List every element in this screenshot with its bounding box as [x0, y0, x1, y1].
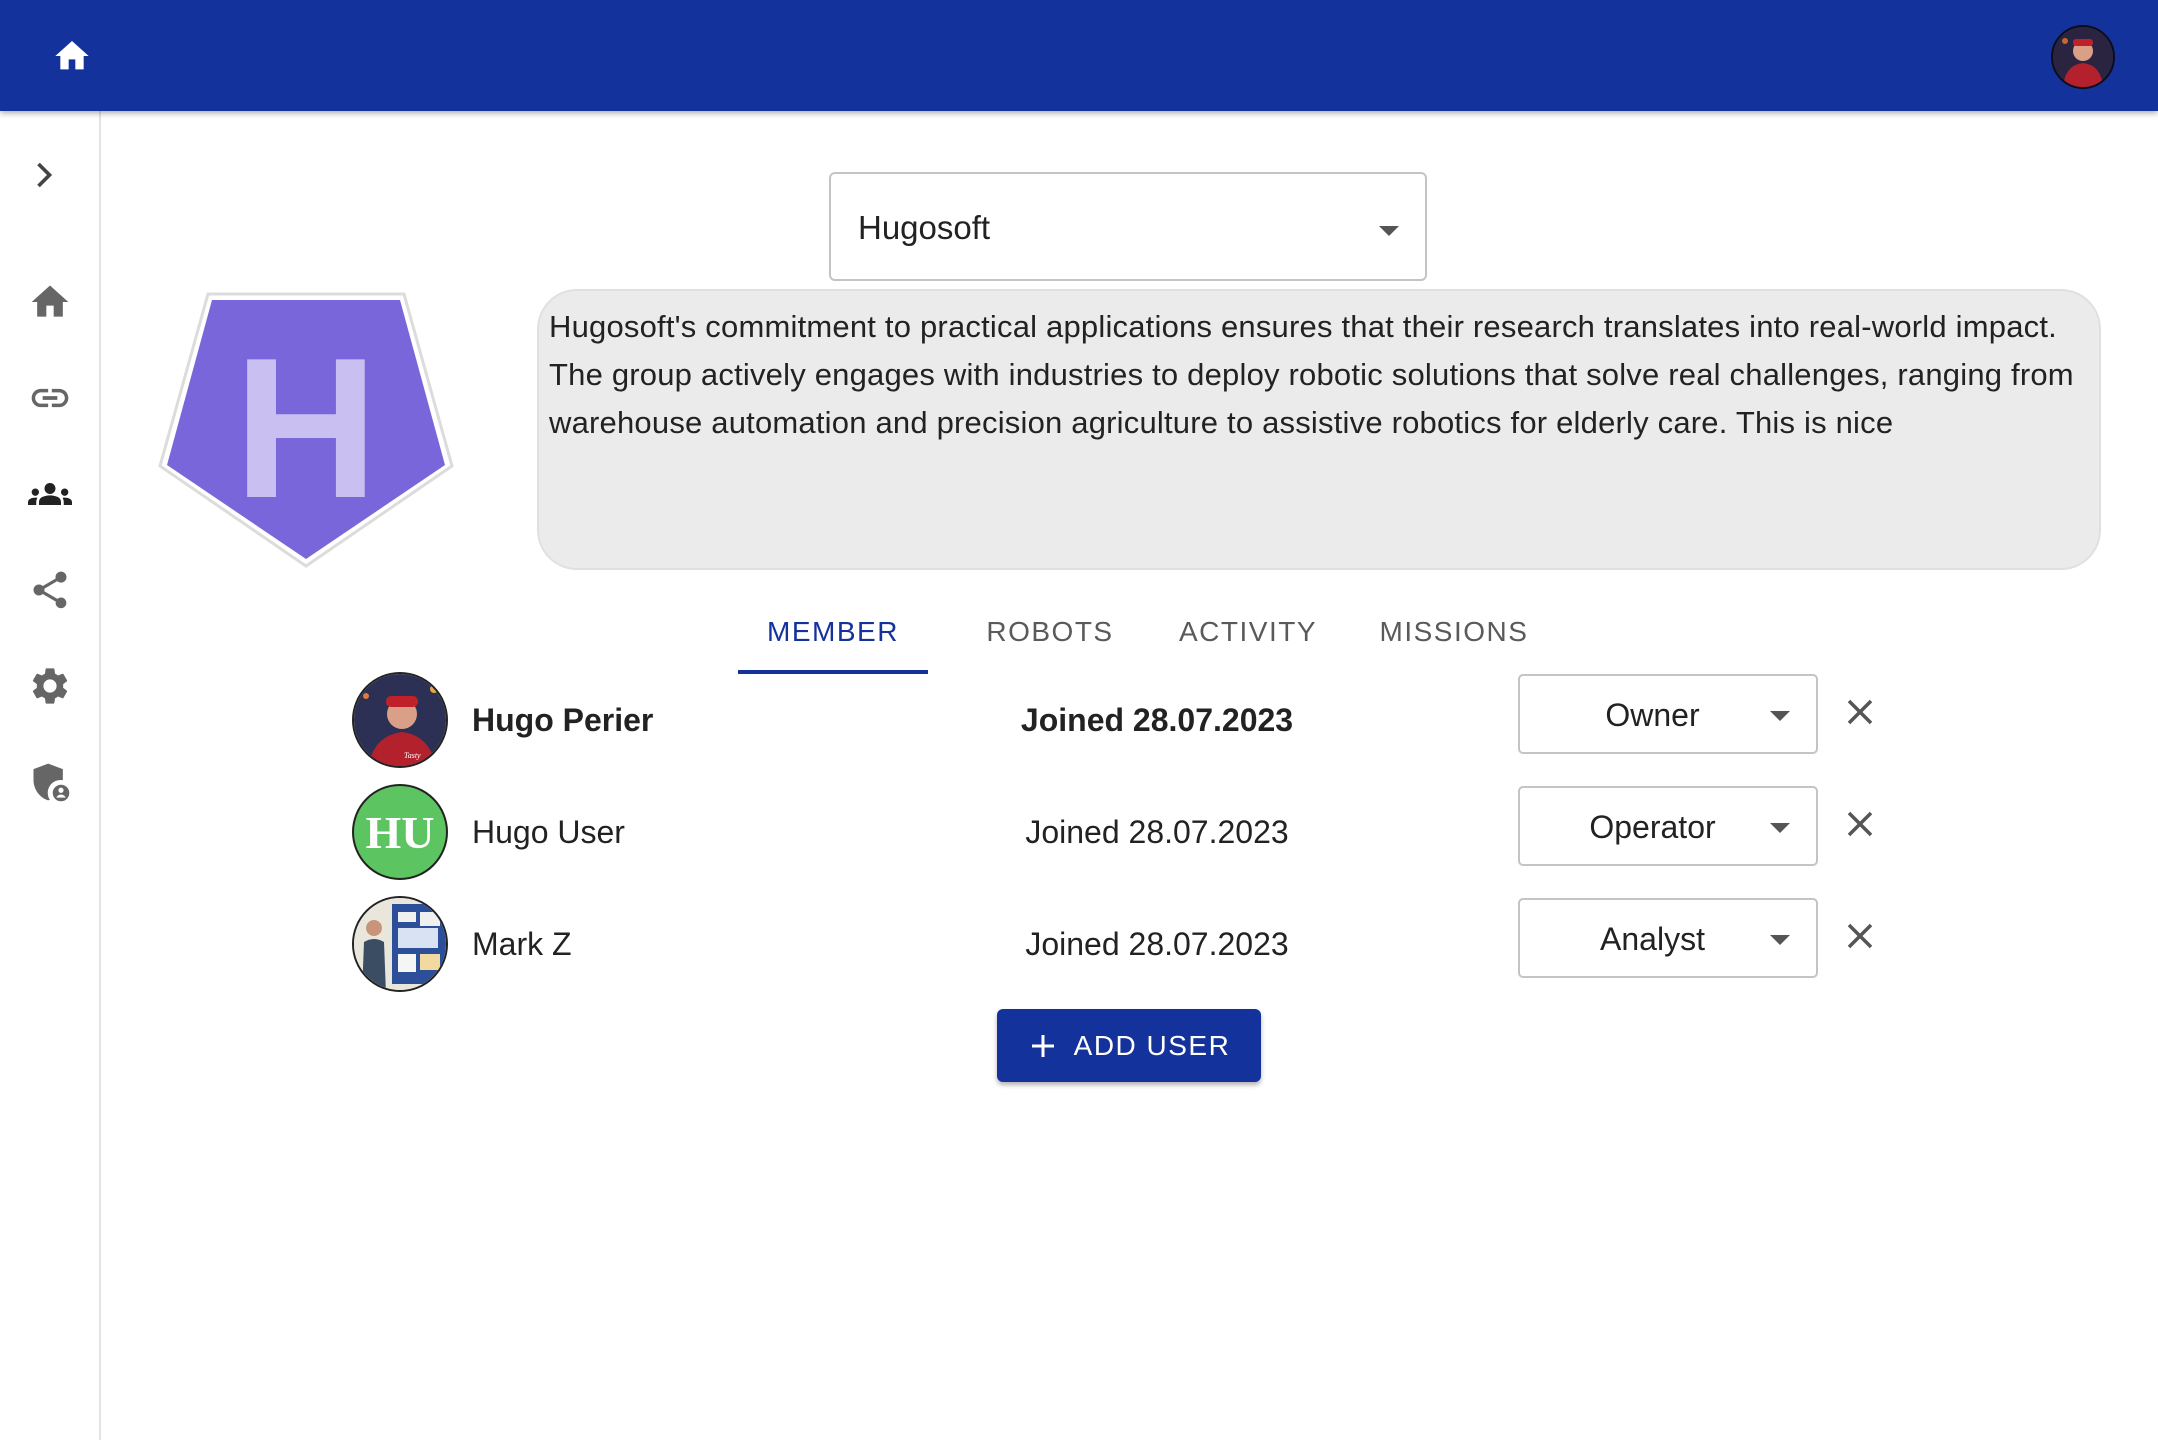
- member-name: Hugo Perier: [472, 702, 654, 738]
- tab-activity[interactable]: ACTIVITY: [1136, 590, 1360, 674]
- sidebar-nav: [0, 111, 101, 1440]
- svg-text:Tasty: Tasty: [404, 751, 421, 760]
- dropdown-arrow-icon: [1770, 823, 1790, 833]
- member-avatar: [352, 896, 448, 992]
- tab-missions[interactable]: MISSIONS: [1342, 590, 1566, 674]
- member-joined-date: Joined 28.07.2023: [1025, 926, 1289, 962]
- tab-member[interactable]: MEMBER: [738, 590, 928, 674]
- role-select[interactable]: Operator: [1518, 786, 1818, 866]
- close-icon: [1847, 923, 1873, 949]
- sidebar-item-home[interactable]: [26, 278, 74, 326]
- groups-icon: [28, 483, 72, 505]
- logo-letter: H: [234, 317, 378, 540]
- admin-shield-icon: [33, 763, 72, 804]
- sidebar-item-settings[interactable]: [26, 662, 74, 710]
- member-row: Tasty Hugo Perier Joined 28.07.2023 Owne…: [352, 672, 1912, 772]
- role-select-value: Owner: [1605, 697, 1700, 733]
- description-text: Hugosoft's commitment to practical appli…: [549, 309, 2074, 440]
- member-name: Mark Z: [472, 926, 572, 962]
- top-app-bar: [0, 0, 2158, 111]
- link-icon: [31, 388, 69, 408]
- sidebar-item-share[interactable]: [26, 566, 74, 614]
- close-icon: [1847, 699, 1873, 725]
- home-icon: [31, 285, 69, 317]
- member-avatar: HU: [352, 784, 448, 880]
- chevron-right-icon[interactable]: [20, 151, 68, 199]
- add-user-label: ADD USER: [1073, 1029, 1231, 1061]
- organization-description[interactable]: Hugosoft's commitment to practical appli…: [537, 289, 2101, 570]
- share-icon: [33, 571, 67, 609]
- dropdown-arrow-icon: [1770, 711, 1790, 721]
- member-joined-date: Joined 28.07.2023: [1020, 702, 1294, 738]
- role-select[interactable]: Analyst: [1518, 898, 1818, 978]
- tab-robots[interactable]: ROBOTS: [938, 590, 1162, 674]
- add-user-button[interactable]: ADD USER: [997, 1009, 1261, 1082]
- remove-member-button[interactable]: [1840, 804, 1880, 844]
- remove-member-button[interactable]: [1840, 692, 1880, 732]
- dropdown-arrow-icon: [1770, 935, 1790, 945]
- remove-member-button[interactable]: [1840, 916, 1880, 956]
- dropdown-arrow-icon: [1379, 226, 1399, 236]
- member-row: Mark Z Joined 28.07.2023 Analyst: [352, 896, 1912, 996]
- member-joined-date: Joined 28.07.2023: [1025, 814, 1289, 850]
- member-name: Hugo User: [472, 814, 625, 850]
- sidebar-item-admin[interactable]: [26, 758, 74, 806]
- sidebar-item-groups[interactable]: [26, 470, 74, 518]
- home-icon[interactable]: [50, 36, 94, 76]
- organization-select-value: Hugosoft: [858, 209, 991, 246]
- close-icon: [1847, 811, 1873, 837]
- organization-logo: H: [158, 290, 454, 570]
- gear-icon: [32, 668, 68, 704]
- role-select[interactable]: Owner: [1518, 674, 1818, 754]
- member-avatar: Tasty: [352, 672, 448, 768]
- member-row: HU Hugo User Joined 28.07.2023 Operator: [352, 784, 1912, 884]
- role-select-value: Analyst: [1600, 921, 1705, 957]
- organization-select[interactable]: Hugosoft: [829, 172, 1427, 281]
- role-select-value: Operator: [1589, 809, 1716, 845]
- plus-icon: [1031, 1034, 1054, 1057]
- user-avatar[interactable]: [2051, 25, 2115, 89]
- sidebar-item-links[interactable]: [26, 374, 74, 422]
